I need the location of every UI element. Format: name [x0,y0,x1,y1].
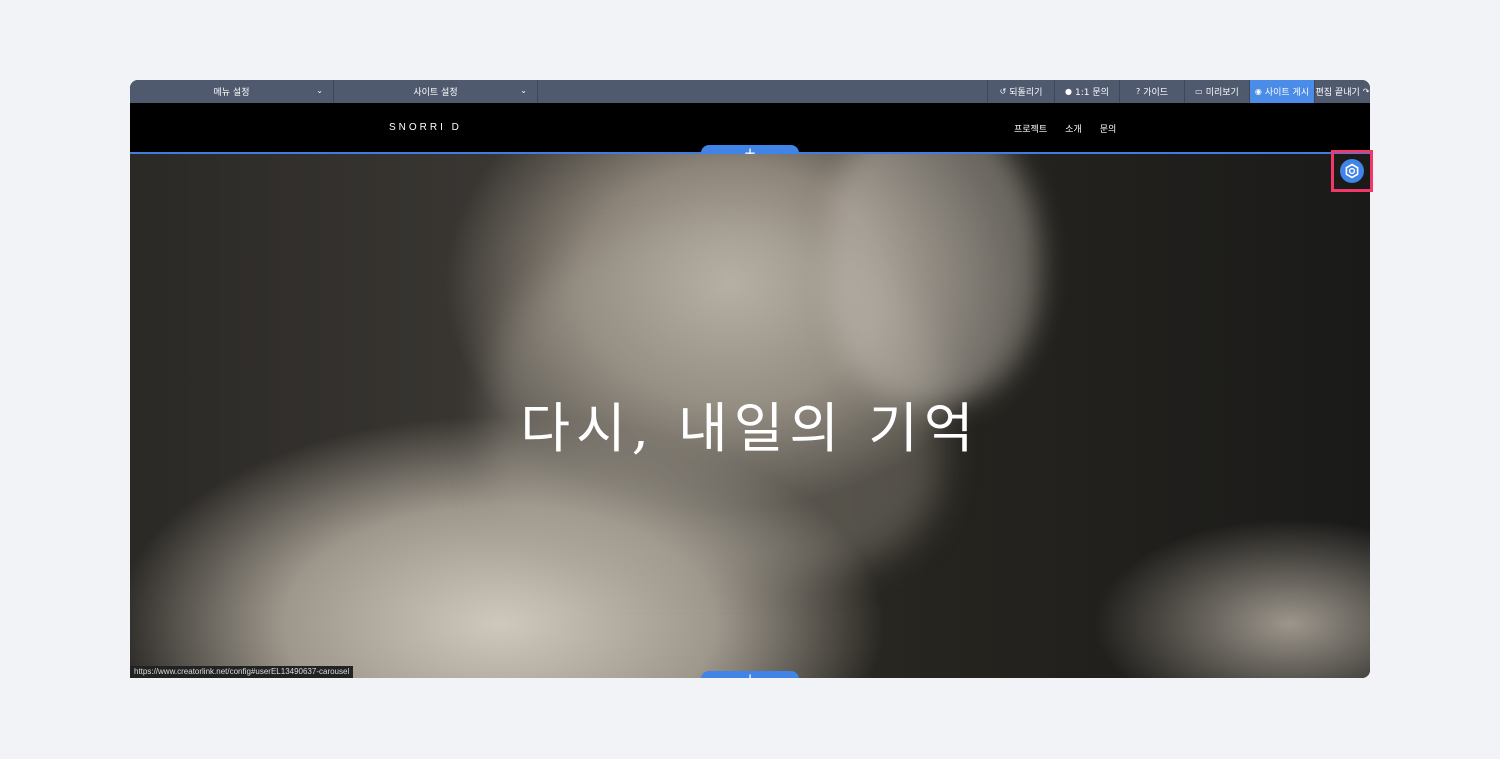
undo-label: 되돌리기 [1009,88,1043,98]
site-settings-dropdown[interactable]: 사이트 설정 ⌄ [334,80,538,103]
chevron-down-icon: ⌄ [316,86,323,95]
guide-label: 가이드 [1143,88,1169,98]
undo-button[interactable]: ↺ 되돌리기 [987,80,1054,103]
add-section-button-bottom[interactable]: + [701,671,799,678]
guide-button[interactable]: ? 가이드 [1119,80,1184,103]
nav-item-projects[interactable]: 프로젝트 [1014,122,1047,135]
section-settings-button[interactable] [1340,159,1364,183]
preview-button[interactable]: ▭ 미리보기 [1184,80,1249,103]
editor-window: 메뉴 설정 ⌄ 사이트 설정 ⌄ ↺ 되돌리기 ● 1:1 문의 ? 가이드 ▭… [130,80,1370,678]
question-icon: ? [1135,87,1141,96]
site-nav: 프로젝트 소개 문의 [1014,122,1116,135]
nav-item-about[interactable]: 소개 [1065,122,1082,135]
nav-item-contact[interactable]: 문의 [1100,122,1117,135]
site-settings-label: 사이트 설정 [413,88,458,98]
hero-section: 다시, 내일의 기억 [130,154,1370,678]
hero-background-image-detail [830,154,1040,404]
monitor-icon: ▭ [1195,87,1203,96]
finish-editing-button[interactable]: 편집 끝내기 ↷ [1314,80,1370,103]
publish-label: 사이트 게시 [1264,88,1310,98]
publish-icon: ◉ [1254,87,1262,96]
exit-icon: ↷ [1362,87,1370,96]
hero-title[interactable]: 다시, 내일의 기억 [130,384,1370,463]
preview-label: 미리보기 [1205,88,1239,98]
publish-button[interactable]: ◉ 사이트 게시 [1249,80,1314,103]
finish-label: 편집 끝내기 [1315,88,1360,98]
menu-settings-dropdown[interactable]: 메뉴 설정 ⌄ [130,80,334,103]
menu-settings-label: 메뉴 설정 [213,88,250,98]
site-logo[interactable]: SNORRI D [389,122,462,133]
status-bar-url: https://www.creatorlink.net/config#userE… [130,666,354,678]
inquiry-label: 1:1 문의 [1075,88,1109,98]
inquiry-button[interactable]: ● 1:1 문의 [1054,80,1119,103]
user-icon: ● [1065,87,1073,96]
editor-toolbar: 메뉴 설정 ⌄ 사이트 설정 ⌄ ↺ 되돌리기 ● 1:1 문의 ? 가이드 ▭… [130,80,1370,103]
chevron-down-icon: ⌄ [520,86,527,95]
gear-icon [1345,163,1359,179]
undo-icon: ↺ [999,87,1007,96]
